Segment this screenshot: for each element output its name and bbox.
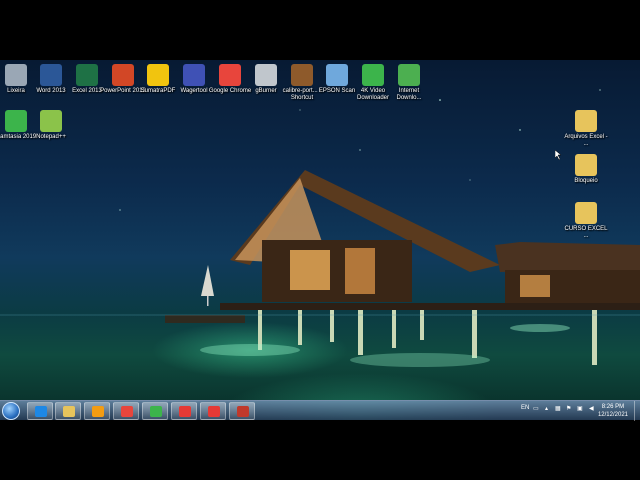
gburner-icon bbox=[255, 64, 277, 86]
recycle-bin-icon bbox=[5, 64, 27, 86]
keyboard-icon[interactable]: ▭ bbox=[533, 405, 539, 412]
taskbar-button[interactable] bbox=[142, 402, 168, 420]
desktop-icon[interactable]: Internet Downlo... bbox=[386, 64, 432, 102]
clock-time: 8:26 PM bbox=[601, 404, 625, 410]
show-desktop-button[interactable] bbox=[634, 401, 640, 421]
language-indicator[interactable]: EN bbox=[521, 405, 529, 411]
excel-icon bbox=[76, 64, 98, 86]
desktop-icon[interactable]: Arquivos Excel - ... bbox=[563, 110, 609, 148]
desktop-icon[interactable]: Notepad++ bbox=[28, 110, 74, 141]
calibre-icon bbox=[291, 64, 313, 86]
taskbar-button[interactable] bbox=[200, 402, 226, 420]
chrome-icon bbox=[219, 64, 241, 86]
powerpoint-icon bbox=[112, 64, 134, 86]
download-icon bbox=[362, 64, 384, 86]
monitor-icon[interactable]: ▣ bbox=[577, 405, 583, 412]
taskbar-button[interactable] bbox=[171, 402, 197, 420]
notepad-icon bbox=[40, 110, 62, 132]
pdf-icon bbox=[147, 64, 169, 86]
media-player-icon bbox=[92, 406, 104, 417]
show-hidden-icons-icon[interactable]: ▴ bbox=[545, 405, 548, 412]
desktop-icon-label: Bloqueio bbox=[574, 178, 598, 184]
windows-start-icon[interactable] bbox=[2, 402, 20, 420]
taskbar-button[interactable] bbox=[113, 402, 139, 420]
camtasia-icon bbox=[5, 110, 27, 132]
camtasia-recorder-icon bbox=[208, 406, 220, 417]
scanner-icon bbox=[326, 64, 348, 86]
chrome-icon bbox=[121, 406, 133, 417]
word-icon bbox=[40, 64, 62, 86]
folder-icon bbox=[575, 202, 597, 224]
system-clock[interactable]: 8:26 PM 12/12/2021 bbox=[598, 403, 628, 419]
taskbar: EN ▭ ▴ ▦ ⚑ ▣ ◀ 8:26 PM 12/12/2021 bbox=[0, 400, 640, 421]
volume-icon[interactable]: ◀ bbox=[589, 405, 594, 412]
wagertool-icon bbox=[183, 64, 205, 86]
taskbar-button[interactable] bbox=[229, 402, 255, 420]
pdf-reader-icon bbox=[179, 406, 191, 417]
network-icon[interactable]: ▦ bbox=[555, 405, 561, 412]
desktop-icon-label: Arquivos Excel - ... bbox=[564, 134, 608, 147]
taskbar-button[interactable] bbox=[55, 402, 81, 420]
internet-download-icon bbox=[398, 64, 420, 86]
desktop-icon-label: Internet Downlo... bbox=[396, 88, 422, 101]
desktop-icon-label: Notepad++ bbox=[36, 134, 66, 140]
folder-icon bbox=[575, 154, 597, 176]
camtasia-icon bbox=[150, 406, 162, 417]
recorder-icon bbox=[237, 406, 249, 417]
taskbar-button[interactable] bbox=[84, 402, 110, 420]
folder-icon bbox=[575, 110, 597, 132]
desktop-icon[interactable]: CURSO EXCEL ... bbox=[563, 202, 609, 240]
desktop: Lixeira Word 2013 Excel 2013 PowerPoint 201… bbox=[0, 60, 640, 420]
desktop-icon-label: CURSO EXCEL ... bbox=[564, 226, 608, 239]
internet-explorer-icon bbox=[35, 406, 47, 417]
taskbar-button[interactable] bbox=[27, 402, 53, 420]
clock-date: 12/12/2021 bbox=[597, 412, 628, 418]
desktop-icon[interactable]: Bloqueio bbox=[563, 154, 609, 185]
flag-icon[interactable]: ⚑ bbox=[566, 405, 571, 412]
night-sky bbox=[0, 89, 640, 367]
file-explorer-icon bbox=[63, 406, 75, 417]
mouse-cursor-icon bbox=[555, 150, 562, 160]
